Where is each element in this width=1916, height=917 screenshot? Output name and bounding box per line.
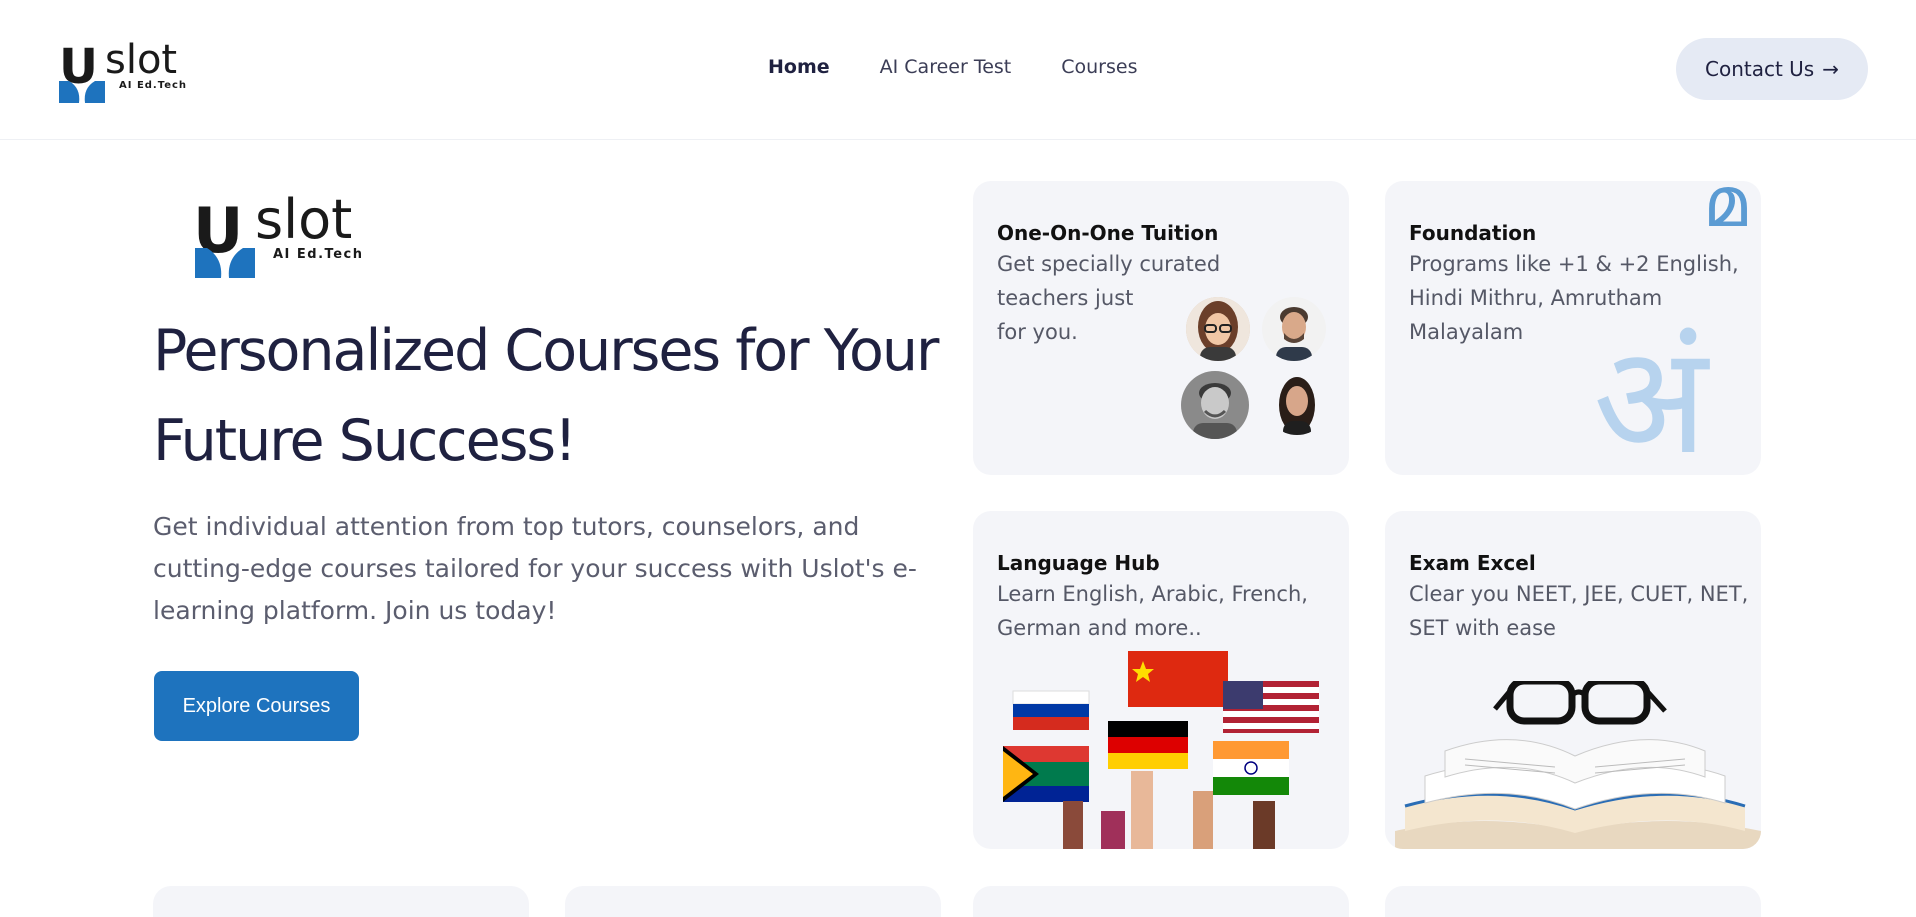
card-title: Foundation	[1409, 221, 1537, 245]
nav-link-home[interactable]: Home	[768, 56, 830, 78]
svg-text:slot: slot	[105, 37, 177, 83]
course-card[interactable]	[153, 886, 529, 917]
card-language-hub[interactable]: Language Hub Learn English, Arabic, Fren…	[973, 511, 1349, 849]
course-card[interactable]	[565, 886, 941, 917]
hero-description: Get individual attention from top tutors…	[153, 512, 917, 625]
tutor-avatar	[1181, 371, 1249, 439]
card-title: Exam Excel	[1409, 551, 1536, 575]
hero-title-line-1: Personalized Courses for Your	[153, 318, 939, 384]
tutor-avatar	[1265, 371, 1329, 435]
nav-link-ai-career-test[interactable]: AI Career Test	[880, 56, 1012, 78]
contact-us-button[interactable]: Contact Us →	[1676, 38, 1868, 100]
tutor-avatar	[1186, 297, 1250, 361]
svg-text:AI Ed.Tech: AI Ed.Tech	[119, 80, 187, 91]
hero-title: Personalized Courses for Your Future Suc…	[153, 306, 953, 486]
tutor-avatar	[1262, 297, 1326, 361]
books-glasses-illustration	[1395, 681, 1761, 849]
hero-title-line-2: Future Success!	[153, 408, 577, 474]
flags-illustration	[1003, 651, 1319, 849]
course-card[interactable]	[1385, 886, 1761, 917]
course-card[interactable]	[973, 886, 1349, 917]
primary-nav: Home AI Career Test Courses	[768, 56, 1137, 78]
hero-logo: U slot AI Ed.Tech	[193, 186, 383, 282]
card-title: One-On-One Tuition	[997, 221, 1219, 245]
nav-link-courses[interactable]: Courses	[1061, 56, 1137, 78]
card-description: Learn English, Arabic, French, German an…	[997, 582, 1308, 640]
svg-text:slot: slot	[255, 188, 352, 251]
explore-courses-button[interactable]: Explore Courses	[154, 671, 359, 741]
card-exam-excel[interactable]: Exam Excel Clear you NEET, JEE, CUET, NE…	[1385, 511, 1761, 849]
contact-us-label: Contact Us	[1705, 57, 1815, 81]
hindi-glyph-icon: अं	[1593, 314, 1708, 475]
card-description: Clear you NEET, JEE, CUET, NET, SET with…	[1409, 582, 1749, 640]
card-foundation[interactable]: Foundation Programs like +1 & +2 English…	[1385, 181, 1761, 475]
malayalam-glyph-icon: മ	[1703, 181, 1747, 243]
brand-logo[interactable]: U slot AI Ed.Tech	[59, 33, 199, 105]
card-one-on-one-tuition[interactable]: One-On-One Tuition Get specially curated…	[973, 181, 1349, 475]
svg-text:AI Ed.Tech: AI Ed.Tech	[273, 247, 363, 262]
arrow-right-icon: →	[1822, 57, 1839, 81]
top-navbar: U slot AI Ed.Tech Home AI Career Test Co…	[0, 0, 1916, 140]
card-title: Language Hub	[997, 551, 1160, 575]
